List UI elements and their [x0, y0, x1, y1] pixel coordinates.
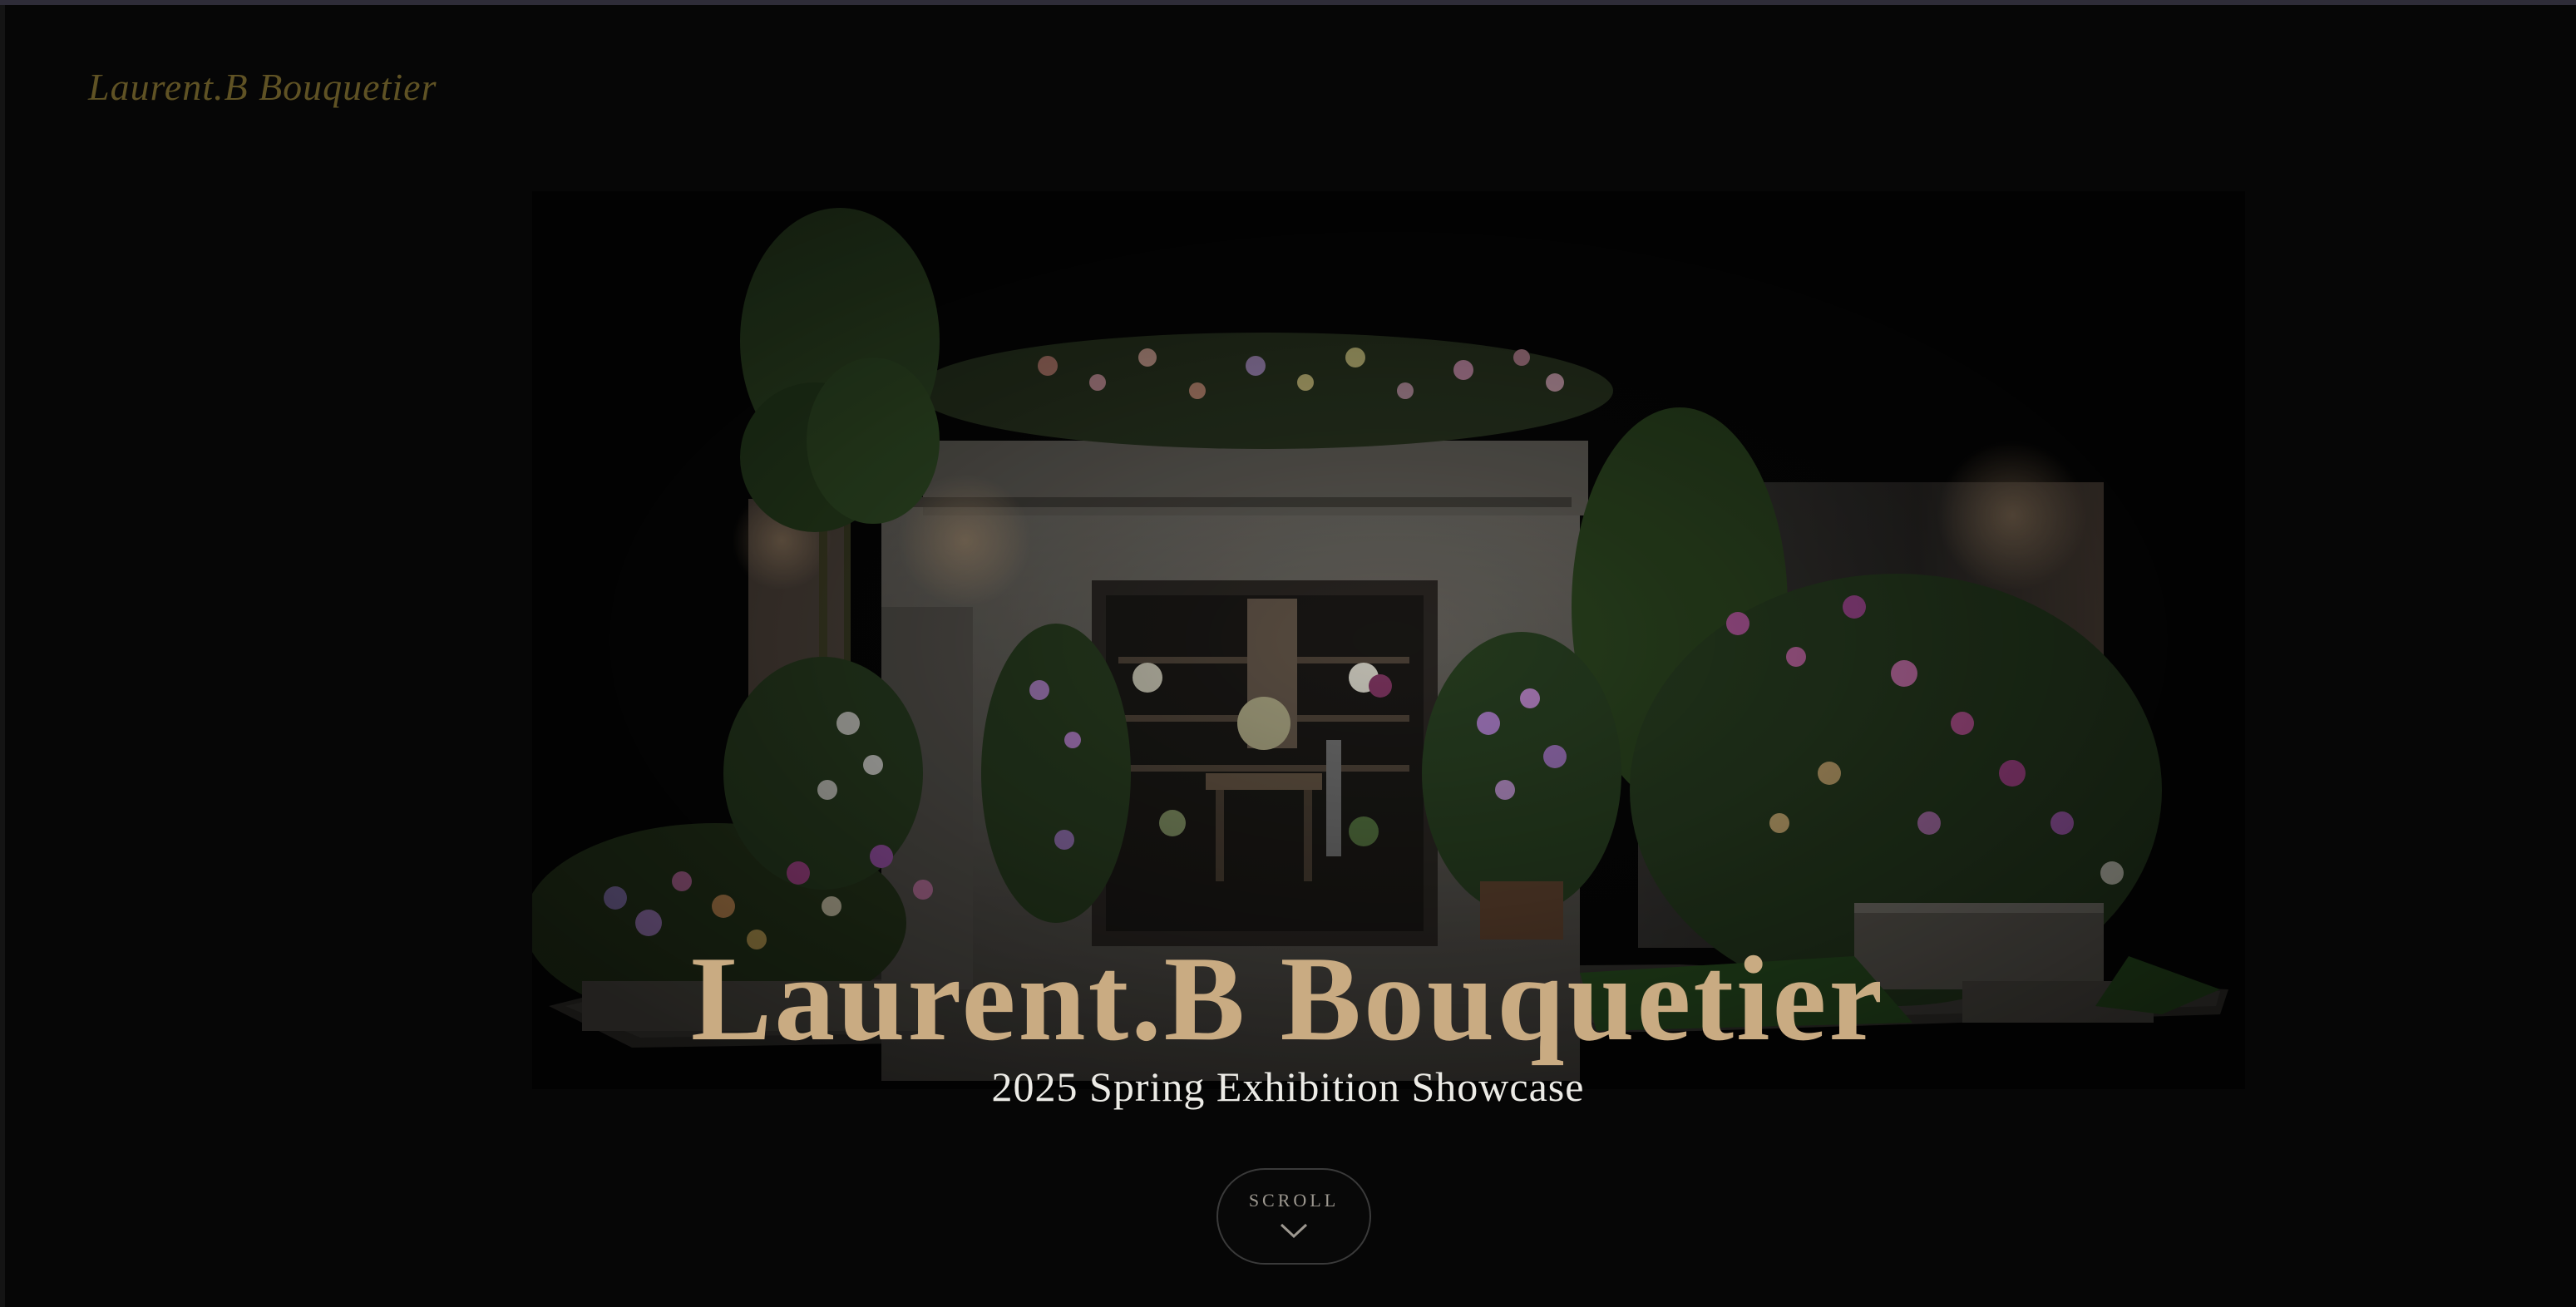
brand-logo[interactable]: Laurent.B Bouquetier [88, 65, 437, 109]
hero-title: Laurent.B Bouquetier [690, 930, 1886, 1066]
hero-subtitle: 2025 Spring Exhibition Showcase [991, 1063, 1585, 1110]
scroll-label: SCROLL [1248, 1190, 1340, 1211]
scroll-button[interactable]: SCROLL [1216, 1168, 1371, 1265]
chevron-down-icon [1280, 1223, 1308, 1239]
window-top-border [0, 0, 2576, 5]
window-left-edge [0, 5, 5, 1307]
